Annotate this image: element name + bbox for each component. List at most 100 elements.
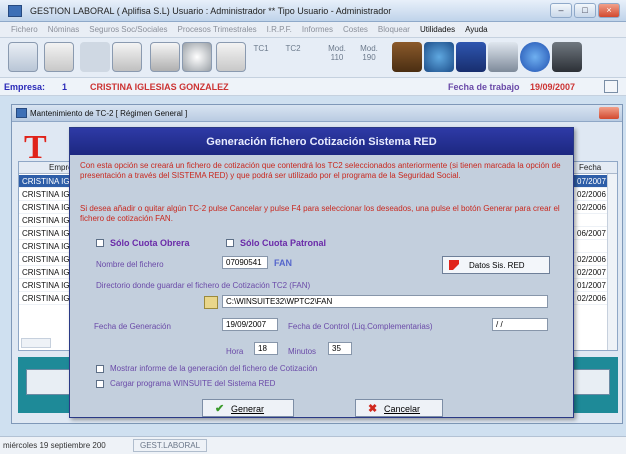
- calendar-icon[interactable]: [604, 80, 618, 93]
- col-fecha-header[interactable]: Fecha: [579, 163, 601, 172]
- solo-cuota-obrera-label: Sólo Cuota Obrera: [110, 238, 190, 248]
- menu-irpf[interactable]: I.R.P.F.: [262, 25, 297, 34]
- fecha-control-input[interactable]: / /: [492, 318, 548, 331]
- cell-fecha: 02/2006: [577, 294, 606, 303]
- window-icon: [16, 108, 27, 118]
- new-document-icon[interactable]: [8, 42, 38, 72]
- cross-icon: ✖: [368, 403, 378, 415]
- cell-fecha: 02/2006: [577, 190, 606, 199]
- directorio-input[interactable]: C:\WINSUITE32\WPTC2\FAN: [222, 295, 548, 308]
- edit-pencil-icon[interactable]: [112, 42, 142, 72]
- hora-input[interactable]: 18: [254, 342, 278, 355]
- dialog-info-text-2: Si desea añadir o quitar algún TC-2 puls…: [80, 204, 560, 223]
- logo-icon: T: [24, 129, 47, 166]
- menu-ayuda[interactable]: Ayuda: [460, 25, 493, 34]
- cell-empresa: CRISTINA IG: [22, 216, 70, 225]
- disabled-icon[interactable]: [80, 42, 110, 72]
- cell-fecha: 02/2007: [577, 268, 606, 277]
- fan-extension-label: FAN: [274, 258, 292, 268]
- cell-empresa: CRISTINA IG: [22, 177, 70, 186]
- cell-empresa: CRISTINA IG: [22, 294, 70, 303]
- generate-red-file-dialog: Generación fichero Cotización Sistema RE…: [69, 127, 574, 418]
- solo-cuota-obrera-checkbox[interactable]: [96, 239, 104, 247]
- help-icon[interactable]: [520, 42, 550, 72]
- minutos-input[interactable]: 35: [328, 342, 352, 355]
- menu-seguros[interactable]: Seguros Soc/Sociales: [84, 25, 172, 34]
- cell-empresa: CRISTINA IG: [22, 242, 70, 251]
- cell-empresa: CRISTINA IG: [22, 203, 70, 212]
- cancelar-button[interactable]: ✖ Cancelar: [355, 399, 443, 417]
- work-date: 19/09/2007: [530, 82, 576, 92]
- horizontal-scrollbar[interactable]: [21, 338, 51, 348]
- fecha-control-label: Fecha de Control (Liq.Complementarias): [288, 322, 433, 331]
- company-label: Empresa:: [4, 82, 46, 92]
- menu-bar: Fichero Nóminas Seguros Soc/Sociales Pro…: [0, 22, 626, 38]
- child-title-bar: Mantenimiento de TC-2 [ Régimen General …: [12, 105, 622, 122]
- work-date-label: Fecha de trabajo: [448, 82, 520, 92]
- cell-fecha: 06/2007: [577, 229, 606, 238]
- fecha-generacion-label: Fecha de Generación: [94, 322, 171, 331]
- cargar-programa-label: Cargar programa WINSUITE del Sistema RED: [110, 379, 276, 388]
- people-icon[interactable]: [44, 42, 74, 72]
- nombre-fichero-label: Nombre del fichero: [96, 260, 164, 269]
- menu-informes[interactable]: Informes: [297, 25, 338, 34]
- printer-icon[interactable]: [488, 42, 518, 72]
- menu-bloquear[interactable]: Bloquear: [373, 25, 415, 34]
- menu-nominas[interactable]: Nóminas: [43, 25, 85, 34]
- window-title: GESTION LABORAL ( Aplifisa S.L) Usuario …: [30, 6, 392, 16]
- child-close-button[interactable]: [599, 107, 619, 119]
- hora-label: Hora: [226, 347, 244, 356]
- status-date: miércoles 19 septiembre 200: [3, 441, 106, 450]
- mod110-label[interactable]: Mod. 110: [322, 44, 352, 62]
- status-app: GEST.LABORAL: [133, 439, 208, 452]
- cell-empresa: CRISTINA IG: [22, 268, 70, 277]
- cell-fecha: 02/2006: [577, 203, 606, 212]
- main-title-bar: GESTION LABORAL ( Aplifisa S.L) Usuario …: [0, 0, 626, 22]
- red-arrow-icon: [449, 260, 459, 270]
- child-title: Mantenimiento de TC-2 [ Régimen General …: [30, 109, 188, 118]
- solo-cuota-patronal-label: Sólo Cuota Patronal: [240, 238, 327, 248]
- company-number: 1: [62, 82, 68, 92]
- globe-icon[interactable]: [182, 42, 212, 72]
- exit-icon[interactable]: [552, 42, 582, 72]
- cell-fecha: 02/2006: [577, 255, 606, 264]
- cancelar-label: Cancelar: [384, 404, 421, 414]
- mod190-label[interactable]: Mod. 190: [354, 44, 384, 62]
- cell-empresa: CRISTINA IG: [22, 229, 70, 238]
- minimize-button[interactable]: –: [550, 3, 572, 18]
- fecha-generacion-input[interactable]: 19/09/2007: [222, 318, 278, 331]
- folder-icon[interactable]: [204, 296, 218, 309]
- menu-utilidades[interactable]: Utilidades: [415, 25, 460, 34]
- cell-fecha: 01/2007: [577, 281, 606, 290]
- vertical-scrollbar[interactable]: [607, 174, 617, 350]
- cell-fecha: 07/2007: [577, 177, 606, 186]
- tc1-label[interactable]: TC1: [246, 44, 276, 53]
- person-icon[interactable]: [216, 42, 246, 72]
- window-controls: – □ ×: [550, 3, 620, 18]
- menu-procesos[interactable]: Procesos Trimestrales: [173, 25, 262, 34]
- dialog-info-text: Con esta opción se creará un fichero de …: [80, 161, 561, 180]
- directorio-label: Directorio donde guardar el fichero de C…: [96, 281, 311, 290]
- maximize-button[interactable]: □: [574, 3, 596, 18]
- tc2-label[interactable]: TC2: [278, 44, 308, 53]
- datos-sis-red-button[interactable]: Datos Sis. RED: [442, 256, 550, 274]
- nombre-fichero-input[interactable]: 07090541: [222, 256, 268, 269]
- network-icon[interactable]: [424, 42, 454, 72]
- generar-label: Generar: [231, 404, 265, 414]
- generar-button[interactable]: ✔ Generar: [202, 399, 294, 417]
- cargar-programa-checkbox[interactable]: [96, 380, 104, 388]
- datos-sis-red-label: Datos Sis. RED: [469, 261, 525, 270]
- folders-icon[interactable]: [392, 42, 422, 72]
- mostrar-informe-label: Mostrar informe de la generación del fic…: [110, 364, 318, 373]
- menu-costes[interactable]: Costes: [338, 25, 373, 34]
- cell-empresa: CRISTINA IG: [22, 190, 70, 199]
- calculator-icon[interactable]: [456, 42, 486, 72]
- company-name: CRISTINA IGLESIAS GONZALEZ: [90, 82, 229, 92]
- app-icon: [8, 5, 22, 17]
- menu-fichero[interactable]: Fichero: [6, 25, 43, 34]
- close-button[interactable]: ×: [598, 3, 620, 18]
- recycle-icon[interactable]: [150, 42, 180, 72]
- mostrar-informe-checkbox[interactable]: [96, 365, 104, 373]
- cell-empresa: CRISTINA IG: [22, 281, 70, 290]
- solo-cuota-patronal-checkbox[interactable]: [226, 239, 234, 247]
